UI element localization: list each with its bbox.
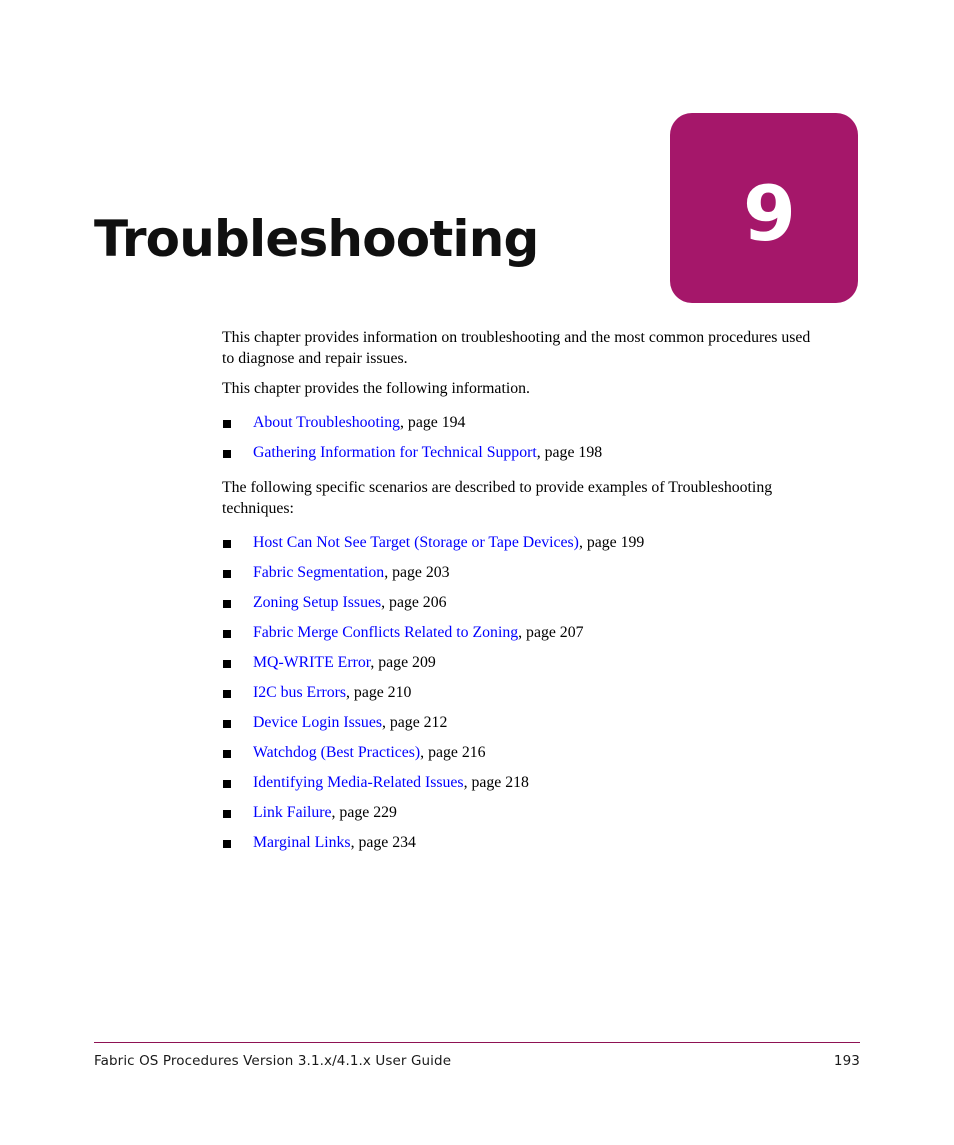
list-item[interactable]: Fabric Segmentation, page 203	[222, 558, 842, 588]
footer-page-number: 193	[833, 1053, 860, 1069]
toc-page-ref: , page 206	[381, 594, 447, 611]
toc-page-ref: , page 209	[370, 654, 436, 671]
square-bullet-icon	[223, 690, 231, 698]
square-bullet-icon	[223, 420, 231, 428]
toc-link[interactable]: Fabric Segmentation	[253, 564, 384, 581]
list-item[interactable]: Identifying Media-Related Issues, page 2…	[222, 768, 842, 798]
list-item[interactable]: Marginal Links, page 234	[222, 828, 842, 858]
toc-page-ref: , page 234	[350, 834, 416, 851]
list-item[interactable]: I2C bus Errors, page 210	[222, 678, 842, 708]
square-bullet-icon	[223, 810, 231, 818]
toc-link[interactable]: Zoning Setup Issues	[253, 594, 381, 611]
overview-link-list: About Troubleshooting, page 194 Gatherin…	[222, 408, 842, 468]
list-item[interactable]: Device Login Issues, page 212	[222, 708, 842, 738]
square-bullet-icon	[223, 720, 231, 728]
toc-page-ref: , page 194	[400, 414, 466, 431]
square-bullet-icon	[223, 450, 231, 458]
intro-paragraph-3: The following specific scenarios are des…	[222, 479, 773, 517]
list-item[interactable]: Host Can Not See Target (Storage or Tape…	[222, 528, 842, 558]
intro-paragraph-2: This chapter provides the following info…	[222, 380, 530, 397]
toc-link[interactable]: MQ-WRITE Error	[253, 654, 370, 671]
square-bullet-icon	[223, 600, 231, 608]
list-item[interactable]: About Troubleshooting, page 194	[222, 408, 842, 438]
toc-page-ref: , page 199	[578, 534, 645, 551]
toc-link[interactable]: Watchdog (Best Practices)	[253, 744, 420, 761]
chapter-number-badge: 9	[670, 113, 858, 303]
scenario-link-list: Host Can Not See Target (Storage or Tape…	[222, 528, 842, 858]
toc-page-ref: , page 218	[463, 774, 529, 791]
page-title: Troubleshooting	[94, 209, 539, 268]
toc-link[interactable]: Identifying Media-Related Issues	[253, 774, 464, 791]
page-footer: Fabric OS Procedures Version 3.1.x/4.1.x…	[94, 1042, 860, 1069]
footer-document-title: Fabric OS Procedures Version 3.1.x/4.1.x…	[94, 1053, 452, 1069]
square-bullet-icon	[223, 570, 231, 578]
square-bullet-icon	[223, 660, 231, 668]
toc-link[interactable]: Marginal Links	[253, 834, 351, 851]
square-bullet-icon	[223, 750, 231, 758]
toc-page-ref: , page 203	[384, 564, 450, 581]
chapter-content: This chapter provides information on tro…	[222, 327, 842, 858]
intro-paragraph-1: This chapter provides information on tro…	[222, 329, 811, 367]
chapter-number: 9	[743, 169, 796, 258]
toc-page-ref: , page 212	[381, 714, 448, 731]
list-item[interactable]: Watchdog (Best Practices), page 216	[222, 738, 842, 768]
toc-link[interactable]: I2C bus Errors	[253, 684, 346, 701]
list-item[interactable]: Gathering Information for Technical Supp…	[222, 438, 842, 468]
footer-row: Fabric OS Procedures Version 3.1.x/4.1.x…	[94, 1053, 860, 1069]
toc-link[interactable]: About Troubleshooting	[253, 414, 400, 431]
list-item[interactable]: Link Failure, page 229	[222, 798, 842, 828]
toc-link[interactable]: Fabric Merge Conflicts Related to Zoning	[253, 624, 518, 641]
square-bullet-icon	[223, 630, 231, 638]
square-bullet-icon	[223, 540, 231, 548]
square-bullet-icon	[223, 840, 231, 848]
toc-page-ref: , page 210	[346, 684, 412, 701]
toc-page-ref: , page 216	[420, 744, 486, 761]
toc-page-ref: , page 207	[518, 624, 584, 641]
toc-link[interactable]: Link Failure	[253, 804, 332, 821]
footer-divider	[94, 1042, 860, 1043]
toc-link[interactable]: Device Login Issues	[253, 714, 382, 731]
toc-page-ref: , page 229	[331, 804, 397, 821]
list-item[interactable]: MQ-WRITE Error, page 209	[222, 648, 842, 678]
list-item[interactable]: Fabric Merge Conflicts Related to Zoning…	[222, 618, 842, 648]
toc-link[interactable]: Host Can Not See Target (Storage or Tape…	[253, 534, 579, 551]
toc-page-ref: , page 198	[536, 444, 603, 461]
toc-link[interactable]: Gathering Information for Technical Supp…	[253, 444, 537, 461]
square-bullet-icon	[223, 780, 231, 788]
list-item[interactable]: Zoning Setup Issues, page 206	[222, 588, 842, 618]
